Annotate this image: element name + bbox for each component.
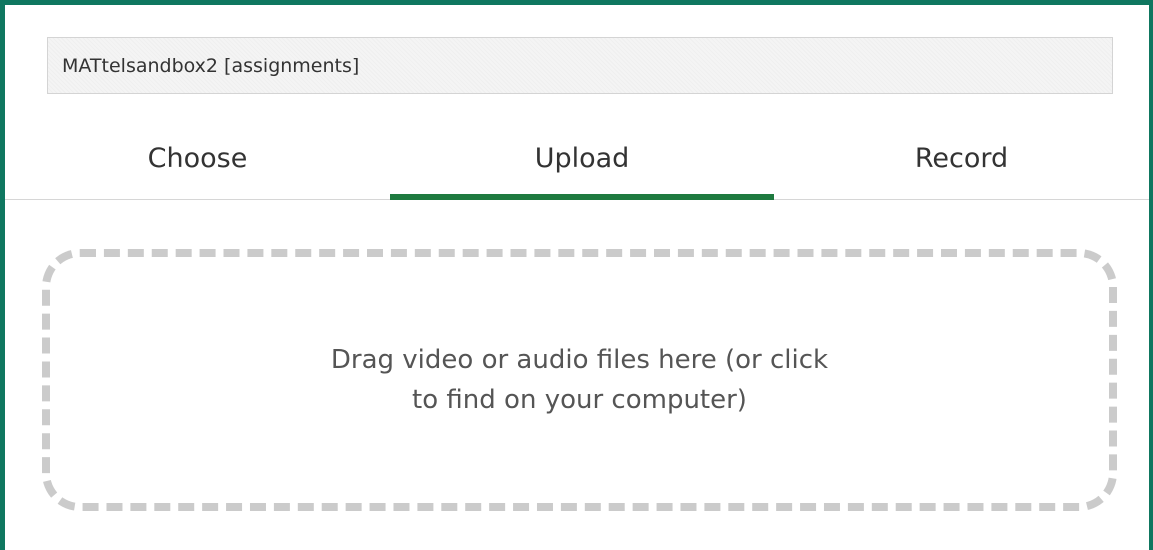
tab-record[interactable]: Record — [774, 131, 1149, 199]
tab-choose-label: Choose — [147, 143, 248, 174]
file-dropzone[interactable]: Drag video or audio files here (or click… — [42, 249, 1117, 511]
media-source-tabs: Choose Upload Record — [5, 131, 1149, 200]
tab-choose[interactable]: Choose — [5, 131, 390, 199]
tab-upload[interactable]: Upload — [390, 131, 774, 200]
folder-name-field[interactable]: MATtelsandbox2 [assignments] — [47, 37, 1113, 94]
tab-record-label: Record — [914, 143, 1009, 174]
tab-upload-label: Upload — [534, 143, 630, 174]
dropzone-instructions: Drag video or audio files here (or click… — [330, 345, 829, 415]
upload-panel: MATtelsandbox2 [assignments] Choose Uplo… — [0, 0, 1153, 550]
active-tab-indicator — [390, 194, 774, 200]
